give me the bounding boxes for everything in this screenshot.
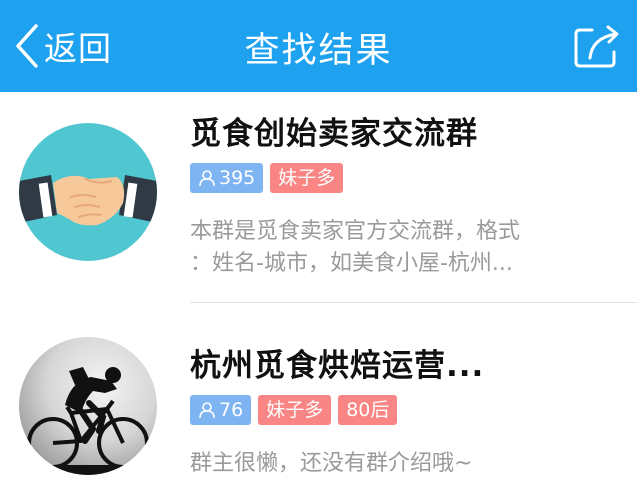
- tag-list: 395 妹子多: [190, 163, 344, 193]
- cyclist-icon: [19, 367, 157, 475]
- description-line: 本群是觅食卖家官方交流群，格式: [190, 219, 521, 244]
- top-navigation-bar: 返回 查找结果: [0, 0, 637, 92]
- share-button[interactable]: [572, 24, 622, 74]
- share-icon: [574, 25, 619, 68]
- page-title: 查找结果: [244, 31, 393, 71]
- person-icon: [199, 170, 215, 187]
- tag-list: 76 妹子多 80后: [190, 395, 398, 425]
- divider: [190, 302, 637, 303]
- person-icon: [199, 402, 215, 419]
- member-count-badge: 395: [190, 163, 264, 193]
- member-count: 395: [219, 167, 256, 189]
- member-count-badge: 76: [190, 395, 252, 425]
- tag-badge: 妹子多: [270, 163, 344, 193]
- group-description: 本群是觅食卖家官方交流群，格式 ：姓名-城市，如美食小屋-杭州...: [190, 216, 585, 280]
- description-line: ：姓名-城市，如美食小屋-杭州...: [190, 251, 513, 276]
- description-line: 群主很懒，还没有群介绍哦~: [190, 451, 473, 476]
- group-avatar: [19, 123, 157, 261]
- result-item[interactable]: 杭州觅食烘焙运营... 76 妹子多 80后 群主很懒，还没有群介绍哦~: [0, 304, 637, 496]
- group-description: 群主很懒，还没有群介绍哦~: [190, 448, 585, 480]
- tag-badge: 妹子多: [258, 395, 332, 425]
- handshake-icon: [19, 175, 157, 226]
- group-name: 觅食创始卖家交流群: [190, 116, 478, 152]
- group-name: 杭州觅食烘焙运营...: [190, 348, 485, 384]
- member-count: 76: [219, 399, 244, 421]
- tag-badge: 80后: [338, 395, 398, 425]
- group-avatar: [19, 337, 157, 475]
- result-item[interactable]: 觅食创始卖家交流群 395 妹子多 本群是觅食卖家官方交流群，格式 ：姓名-城市…: [0, 92, 637, 304]
